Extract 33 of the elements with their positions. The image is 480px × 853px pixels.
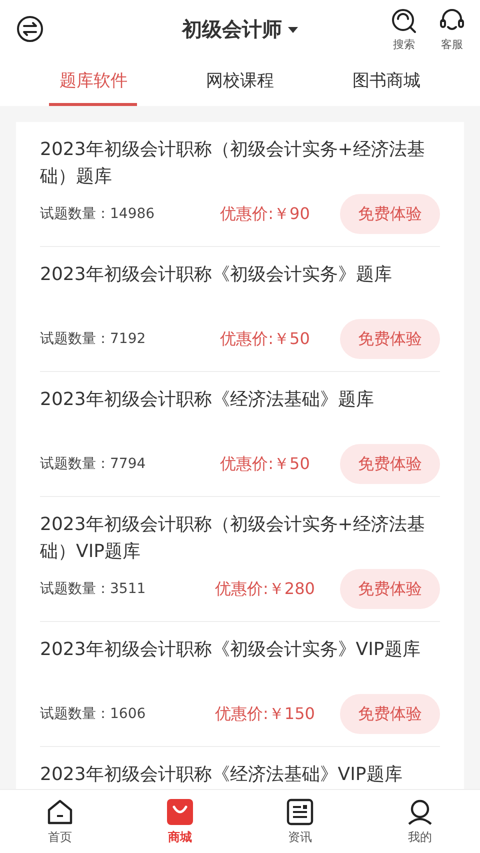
discount-price: 优惠价:￥50	[219, 454, 311, 474]
nav-item[interactable]: 商城	[140, 796, 220, 846]
switch-icon[interactable]	[16, 15, 44, 43]
nav-item[interactable]: 我的	[380, 796, 460, 846]
product-title[interactable]: 2023年初级会计职称《经济法基础》VIP题库	[40, 761, 440, 789]
search-icon	[390, 6, 418, 34]
product-title[interactable]: 2023年初级会计职称《初级会计实务》VIP题库	[40, 636, 440, 690]
discount-price: 优惠价:￥50	[219, 328, 311, 350]
tab[interactable]: 图书商城	[342, 58, 431, 106]
product-title[interactable]: 2023年初级会计职称（初级会计实务+经济法基础）VIP题库	[40, 511, 440, 565]
question-count: 试题数量：14986	[40, 205, 156, 223]
product-title[interactable]: 2023年初级会计职称《初级会计实务》题库	[40, 261, 440, 315]
search-button[interactable]: 搜索	[390, 6, 418, 52]
tab[interactable]: 题库软件	[49, 58, 138, 106]
tab[interactable]: 网校课程	[196, 58, 284, 106]
discount-price: 优惠价:￥150	[214, 704, 316, 724]
product-title[interactable]: 2023年初级会计职称《经济法基础》题库	[40, 386, 440, 440]
discount-price: 优惠价:￥280	[214, 578, 316, 600]
page-title[interactable]: 初级会计师	[182, 16, 282, 43]
caret-icon[interactable]	[288, 26, 298, 32]
support-button[interactable]: 客服	[438, 6, 466, 52]
document-icon	[286, 798, 314, 826]
user-icon	[406, 798, 434, 826]
home-icon	[46, 798, 74, 826]
nav-item[interactable]: 首页	[20, 796, 100, 846]
product-title[interactable]: 2023年初级会计职称（初级会计实务+经济法基础）题库	[40, 136, 440, 190]
nav-item[interactable]: 资讯	[260, 796, 340, 846]
question-count: 试题数量：7794	[40, 455, 147, 473]
question-count: 试题数量：1606	[40, 705, 147, 723]
discount-price: 优惠价:￥90	[219, 204, 311, 224]
shopping-bag-icon	[166, 798, 194, 826]
question-count: 试题数量：7192	[40, 330, 147, 348]
question-count: 试题数量：3511	[40, 580, 147, 598]
